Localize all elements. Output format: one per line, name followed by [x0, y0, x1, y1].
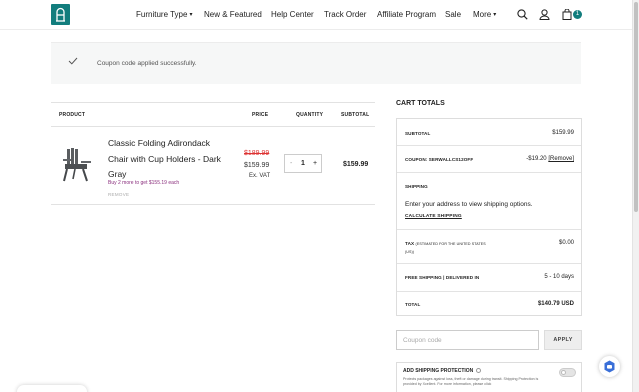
scrollbar-thumb[interactable]	[634, 2, 638, 212]
store-logo[interactable]	[51, 4, 70, 25]
divider	[397, 291, 581, 292]
quantity-value[interactable]: 1	[301, 160, 305, 167]
shipping-protection-toggle[interactable]	[559, 368, 576, 377]
search-icon[interactable]	[517, 9, 528, 20]
quantity-decrease-button[interactable]: -	[290, 160, 292, 167]
floating-widget[interactable]	[17, 385, 87, 392]
calculate-shipping-link[interactable]: CALCULATE SHIPPING	[405, 214, 462, 219]
site-header: Furniture Type ▾ New & Featured Help Cent…	[0, 0, 632, 30]
nav-more[interactable]: More ▾	[473, 10, 496, 19]
vat-note: Ex. VAT	[249, 173, 271, 179]
sale-price: $159.99	[244, 162, 270, 169]
tax-label: TAX (ESTIMATED FOR THE UNITED STATES (US…	[405, 241, 486, 254]
quantity-stepper: - 1 +	[284, 154, 322, 173]
cart-icon[interactable]	[562, 9, 572, 20]
header-product: PRODUCT	[59, 112, 86, 118]
cart-totals-box: SUBTOTAL $159.99 COUPON: SERWALLCS12OFF …	[396, 118, 582, 316]
cart-table-header: PRODUCT PRICE QUANTITY SUBTOTAL	[51, 102, 375, 127]
nav-sale[interactable]: Sale	[445, 10, 461, 19]
chevron-down-icon: ▾	[493, 12, 497, 18]
cart-count-badge: 1	[573, 10, 582, 19]
info-icon[interactable]	[476, 368, 482, 374]
product-thumbnail[interactable]	[61, 147, 93, 183]
nav-track-order[interactable]: Track Order	[324, 10, 366, 19]
total-label: TOTAL	[405, 302, 421, 307]
chevron-down-icon: ▾	[189, 12, 193, 18]
remove-item-link[interactable]: REMOVE	[108, 192, 129, 197]
shipping-message: Enter your address to view shipping opti…	[405, 201, 533, 208]
divider	[397, 145, 581, 146]
shipping-protection-box: ADD SHIPPING PROTECTION Protects package…	[396, 362, 582, 392]
remove-coupon-link[interactable]: [Remove]	[548, 156, 574, 162]
shipping-protection-title: ADD SHIPPING PROTECTION	[403, 368, 482, 374]
shipping-protection-description: Protects packages against loss, theft or…	[403, 377, 539, 386]
original-price: $189.99	[244, 150, 270, 157]
divider	[397, 263, 581, 264]
tax-value: $0.00	[558, 240, 574, 246]
shipping-label: SHIPPING	[405, 184, 428, 189]
quantity-increase-button[interactable]: +	[313, 160, 317, 167]
coupon-discount: -$19.20 [Remove]	[526, 156, 574, 162]
account-icon[interactable]	[539, 9, 550, 20]
coupon-code-input[interactable]	[396, 330, 539, 350]
cart-item-row: Classic Folding Adirondack Chair with Cu…	[51, 127, 375, 205]
page-scrollbar[interactable]	[632, 0, 639, 392]
free-shipping-value: 5 - 10 days	[544, 274, 574, 280]
tax-note: (ESTIMATED FOR THE UNITED STATES (US))	[405, 242, 486, 254]
coupon-discount-value: -$19.20	[526, 156, 547, 162]
nav-furniture-type[interactable]: Furniture Type ▾	[136, 10, 192, 19]
checkmark-icon	[68, 57, 78, 65]
cart-totals-title: CART TOTALS	[396, 100, 445, 107]
item-subtotal: $159.99	[343, 161, 369, 168]
coupon-label: COUPON: SERWALLCS12OFF	[405, 157, 474, 162]
toggle-knob	[561, 370, 566, 375]
header-quantity: QUANTITY	[296, 112, 324, 118]
success-notice: Coupon code applied successfully.	[51, 42, 581, 84]
notice-message: Coupon code applied successfully.	[97, 60, 197, 67]
total-value: $140.79 USD	[537, 301, 574, 307]
logo-icon	[56, 7, 65, 22]
chat-widget-button[interactable]	[599, 356, 620, 377]
nav-help-center[interactable]: Help Center	[271, 10, 314, 19]
header-price: PRICE	[252, 112, 269, 118]
divider	[397, 229, 581, 230]
header-subtotal: SUBTOTAL	[341, 112, 370, 118]
nav-new-featured[interactable]: New & Featured	[204, 10, 262, 19]
subtotal-value: $159.99	[552, 130, 574, 136]
divider	[397, 172, 581, 173]
product-name-link[interactable]: Classic Folding Adirondack Chair with Cu…	[108, 136, 226, 183]
apply-coupon-button[interactable]: APPLY	[544, 330, 582, 350]
free-shipping-label: FREE SHIPPING | DELIVERED IN	[405, 275, 480, 280]
bulk-discount-note: Buy 2 more to get $155.19 each	[108, 180, 180, 186]
nav-affiliate-program[interactable]: Affiliate Program	[377, 10, 436, 19]
subtotal-label: SUBTOTAL	[405, 131, 431, 136]
chat-icon	[604, 360, 615, 373]
